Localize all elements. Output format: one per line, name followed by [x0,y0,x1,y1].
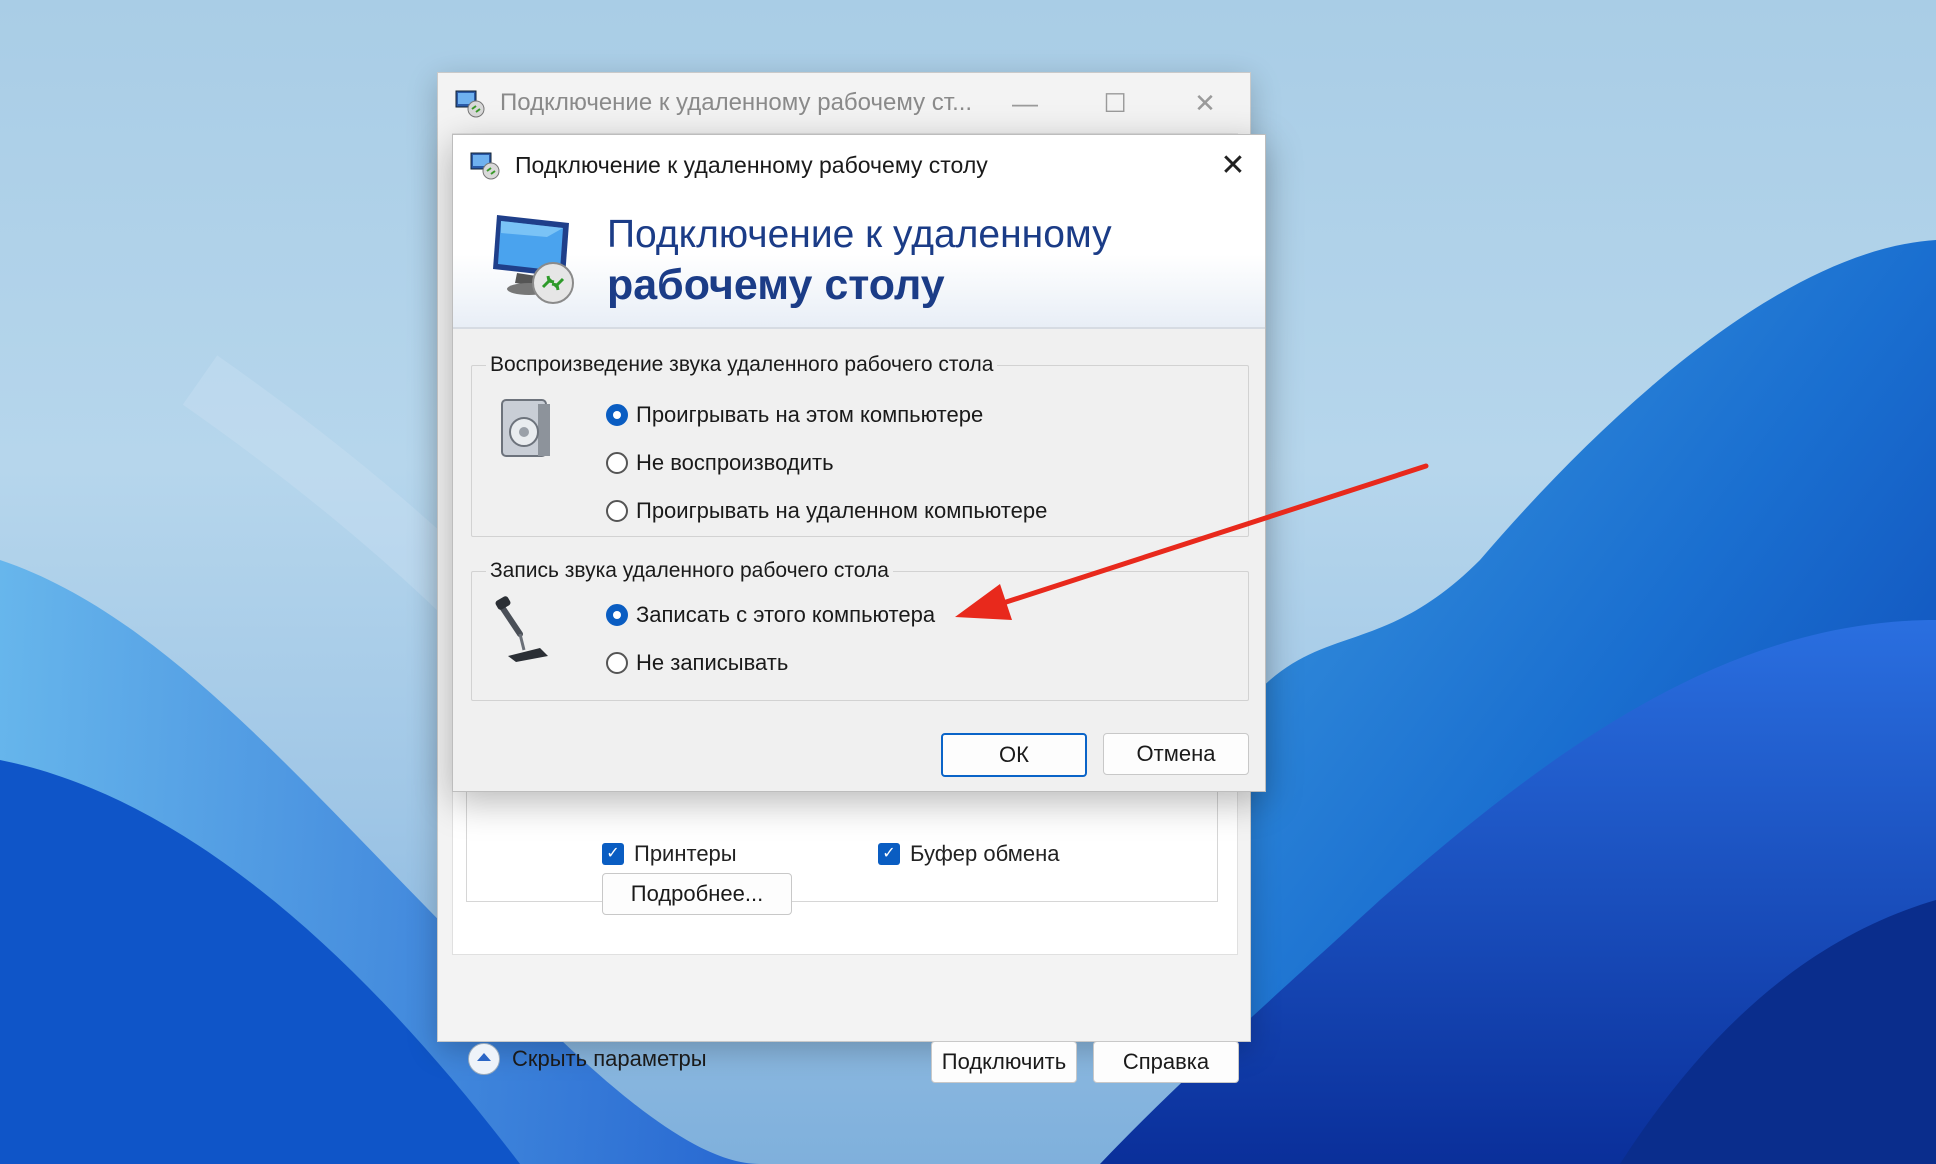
radio-unselected-icon [606,652,628,674]
radio-unselected-icon [606,452,628,474]
audio-settings-dialog: Подключение к удаленному рабочему столу … [452,134,1266,792]
playback-option-remote[interactable]: Проигрывать на удаленном компьютере [606,498,1047,524]
remote-desktop-app-icon [455,90,485,118]
help-button[interactable]: Справка [1093,1041,1239,1083]
recording-option-this-computer[interactable]: Записать с этого компьютера [606,602,935,628]
minimize-button[interactable]: — [980,73,1070,133]
hide-params-toggle[interactable]: Скрыть параметры [468,1043,707,1075]
checkbox-checked-icon: ✓ [878,843,900,865]
playback-group-title: Воспроизведение звука удаленного рабочег… [486,353,998,377]
hide-params-label: Скрыть параметры [512,1046,707,1071]
playback-option-label: Не воспроизводить [636,450,834,475]
clipboard-checkbox[interactable]: ✓ Буфер обмена [878,841,1060,867]
playback-option-label: Проигрывать на удаленном компьютере [636,498,1048,523]
dialog-titlebar: Подключение к удаленному рабочему столу … [453,135,1265,195]
ok-button[interactable]: ОК [941,733,1087,777]
dialog-title: Подключение к удаленному рабочему столу [515,151,988,178]
recording-option-none[interactable]: Не записывать [606,650,788,676]
clipboard-label: Буфер обмена [910,841,1060,866]
recording-option-label: Записать с этого компьютера [636,602,936,627]
back-window-title: Подключение к удаленному рабочему ст... [500,89,973,116]
radio-selected-icon [606,404,628,426]
microphone-icon [495,596,548,662]
recording-option-label: Не записывать [636,650,789,675]
recording-group-title: Запись звука удаленного рабочего стола [486,559,893,583]
connect-button[interactable]: Подключить [931,1041,1077,1083]
banner-title-line1: Подключение к удаленному [607,213,1112,256]
playback-group: Воспроизведение звука удаленного рабочег… [471,353,1249,537]
printers-label: Принтеры [634,841,737,866]
remote-desktop-app-icon [470,152,500,180]
radio-selected-icon [606,604,628,626]
radio-unselected-icon [606,500,628,522]
back-titlebar: Подключение к удаленному рабочему ст... … [438,73,1250,133]
remote-desktop-monitor-icon [493,215,574,304]
dialog-banner: Подключение к удаленному рабочему столу [453,195,1265,329]
maximize-button[interactable]: ☐ [1070,73,1160,133]
cancel-button[interactable]: Отмена [1103,733,1249,775]
recording-group: Запись звука удаленного рабочего стола З… [471,559,1249,701]
speaker-icon [501,399,550,457]
more-button[interactable]: Подробнее... [602,873,792,915]
playback-option-this-computer[interactable]: Проигрывать на этом компьютере [606,402,983,428]
playback-option-none[interactable]: Не воспроизводить [606,450,834,476]
dialog-close-button[interactable]: ✕ [1201,135,1265,195]
back-close-button[interactable]: ✕ [1160,73,1250,133]
checkbox-checked-icon: ✓ [602,843,624,865]
playback-option-label: Проигрывать на этом компьютере [636,402,984,427]
banner-title-line2: рабочему столу [607,261,945,309]
chevron-up-icon [468,1043,500,1075]
printers-checkbox[interactable]: ✓ Принтеры [602,841,737,867]
